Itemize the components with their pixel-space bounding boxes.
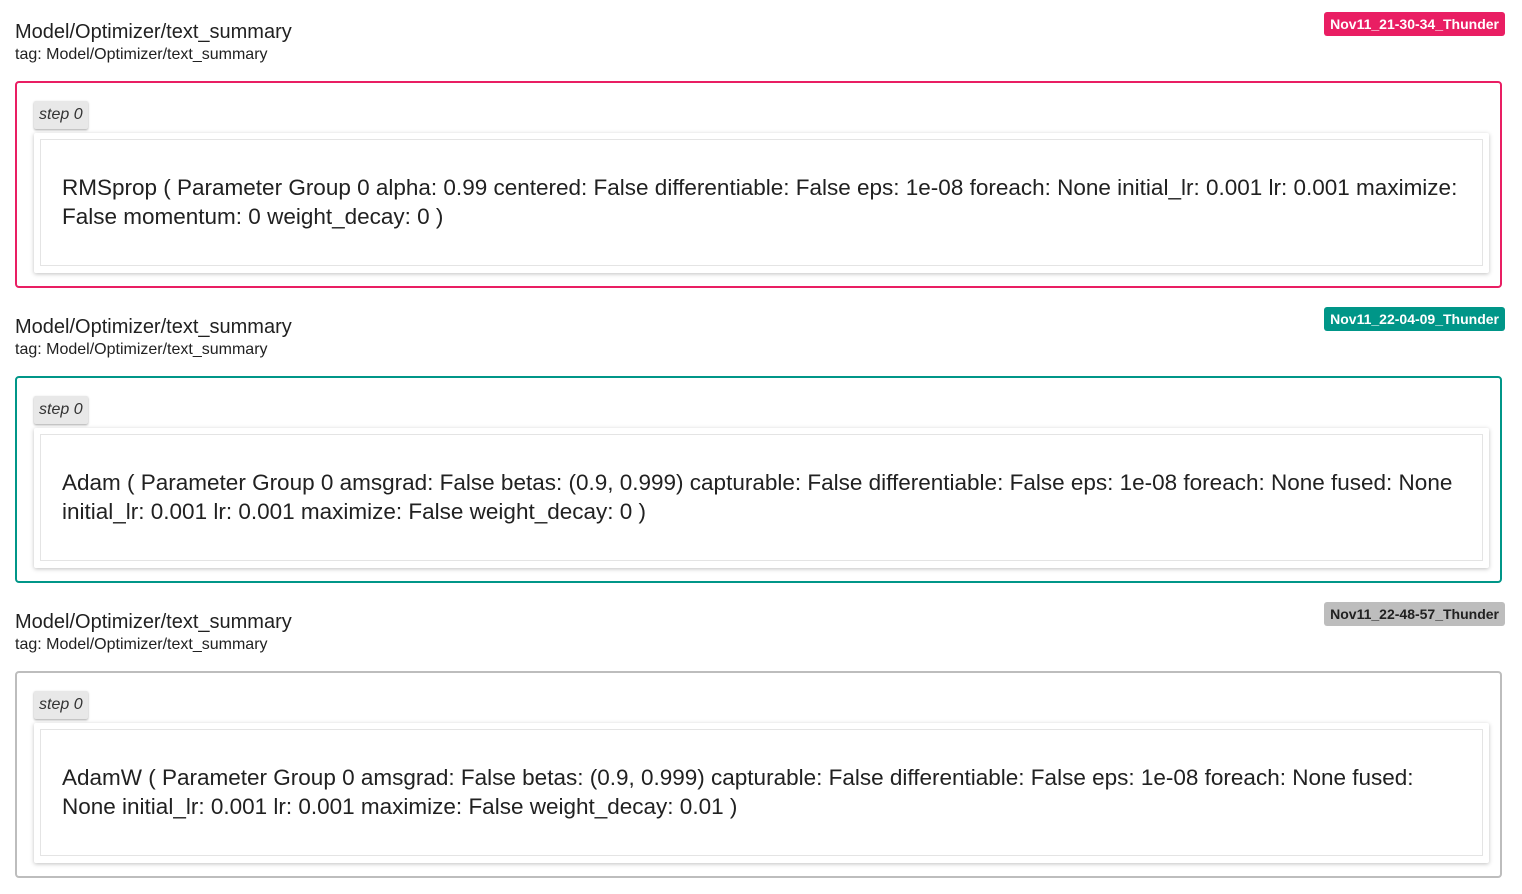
text-card: Adam ( Parameter Group 0 amsgrad: False … [34, 428, 1489, 568]
text-card: AdamW ( Parameter Group 0 amsgrad: False… [34, 723, 1489, 863]
summary-text: AdamW ( Parameter Group 0 amsgrad: False… [62, 765, 1414, 819]
card-tag-line: tag: Model/Optimizer/text_summary [15, 46, 268, 63]
text-card: RMSprop ( Parameter Group 0 alpha: 0.99 … [34, 133, 1489, 273]
step-label: step 0 [34, 691, 88, 719]
text-summary-card-run-3: Model/Optimizer/text_summary tag: Model/… [0, 590, 1522, 885]
text-panel: step 0 AdamW ( Parameter Group 0 amsgrad… [15, 671, 1502, 878]
card-header: Model/Optimizer/text_summary tag: Model/… [0, 0, 1522, 80]
card-tag-line: tag: Model/Optimizer/text_summary [15, 341, 268, 358]
run-name-badge: Nov11_22-04-09_Thunder [1324, 307, 1505, 331]
card-title: Model/Optimizer/text_summary [15, 21, 292, 43]
text-card-inner: AdamW ( Parameter Group 0 amsgrad: False… [40, 729, 1483, 856]
step-label: step 0 [34, 396, 88, 424]
card-title: Model/Optimizer/text_summary [15, 611, 292, 633]
run-name-badge: Nov11_21-30-34_Thunder [1324, 12, 1505, 36]
text-panel: step 0 Adam ( Parameter Group 0 amsgrad:… [15, 376, 1502, 583]
summary-text: RMSprop ( Parameter Group 0 alpha: 0.99 … [62, 175, 1458, 229]
card-tag-line: tag: Model/Optimizer/text_summary [15, 636, 268, 653]
run-name-badge: Nov11_22-48-57_Thunder [1324, 602, 1505, 626]
summary-text: Adam ( Parameter Group 0 amsgrad: False … [62, 470, 1453, 524]
text-summary-card-run-2: Model/Optimizer/text_summary tag: Model/… [0, 295, 1522, 590]
step-label: step 0 [34, 101, 88, 129]
text-summary-card-run-1: Model/Optimizer/text_summary tag: Model/… [0, 0, 1522, 295]
text-panel: step 0 RMSprop ( Parameter Group 0 alpha… [15, 81, 1502, 288]
card-header: Model/Optimizer/text_summary tag: Model/… [0, 295, 1522, 375]
text-card-inner: Adam ( Parameter Group 0 amsgrad: False … [40, 434, 1483, 561]
card-header: Model/Optimizer/text_summary tag: Model/… [0, 590, 1522, 670]
text-card-inner: RMSprop ( Parameter Group 0 alpha: 0.99 … [40, 139, 1483, 266]
card-title: Model/Optimizer/text_summary [15, 316, 292, 338]
